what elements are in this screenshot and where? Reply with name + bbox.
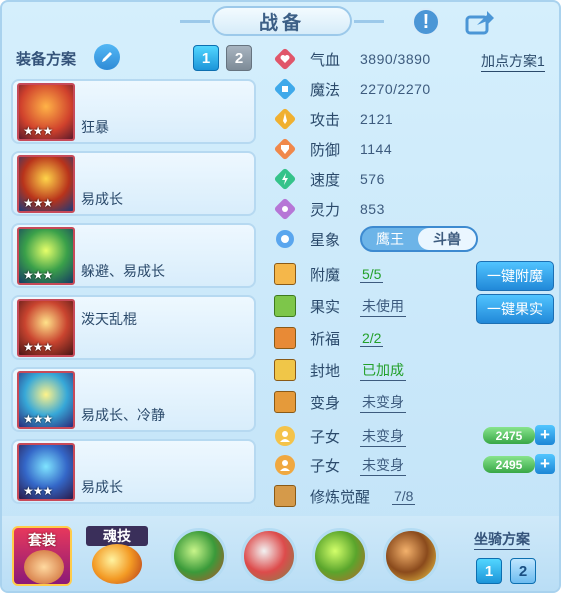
extra-cultivation: 修炼觉醒 7/8 [274, 483, 416, 509]
equipment-trait: 易成长 [81, 479, 123, 495]
points-plan-button[interactable]: 加点方案1 [481, 51, 545, 72]
equipment-thumbnail: ★★★ [17, 227, 75, 285]
set-label: 套装 [28, 532, 56, 548]
spirit-icon [274, 198, 296, 220]
stat-mp: 魔法 2270/2270 [274, 76, 431, 102]
stat-spirit: 灵力 853 [274, 196, 385, 222]
equipment-trait: 易成长 [81, 191, 123, 207]
equipment-plan-label: 装备方案 [16, 51, 77, 68]
star-image-toggle[interactable]: 鹰王 斗兽 [360, 226, 478, 252]
extra-fruit: 果实 未使用 [274, 293, 406, 319]
child-1-plus-button[interactable]: + [535, 425, 555, 445]
shield-icon [274, 138, 296, 160]
set-hand-icon [24, 550, 64, 584]
enchant-icon [274, 263, 296, 285]
soul-skill-label: 魂技 [86, 526, 148, 546]
speed-icon [274, 168, 296, 190]
transform-icon [274, 391, 296, 413]
equipment-thumbnail: ★★★ [17, 371, 75, 429]
extra-enchant: 附魔 5/5 [274, 261, 384, 287]
equipment-trait: 躲避、易成长 [81, 263, 165, 279]
fruit-icon [274, 295, 296, 317]
star-image-option-beast[interactable]: 斗兽 [418, 228, 476, 250]
stat-speed: 速度 576 [274, 166, 385, 192]
one-click-enchant-button[interactable]: 一键附魔 [476, 261, 554, 291]
skill-slot-2-icon[interactable] [241, 528, 297, 584]
battle-prep-window: 战备 ! 装备方案 1 2 ★★★ 狂暴 ★★★ 易成长 ★★★ 躲避、易成长 … [0, 0, 561, 593]
fire-swirl-icon [92, 544, 142, 584]
info-icon[interactable]: ! [408, 6, 444, 38]
skill-slot-4-icon[interactable] [383, 528, 439, 584]
extra-blessing: 祈福 2/2 [274, 325, 384, 351]
equipment-card[interactable]: ★★★ 狂暴 [11, 79, 256, 144]
stat-attack: 攻击 2121 [274, 106, 393, 132]
stat-hp: 气血 3890/3890 [274, 46, 431, 72]
soul-skill-button[interactable]: 魂技 [86, 526, 148, 586]
child-icon [275, 455, 295, 475]
equipment-thumbnail: ★★★ [17, 299, 75, 357]
equipment-tab-1[interactable]: 1 [193, 45, 219, 71]
extra-fief: 封地 已加成 [274, 357, 406, 383]
mount-plan-label: 坐骑方案 [474, 529, 530, 550]
mount-tab-1[interactable]: 1 [476, 558, 502, 584]
equipment-card[interactable]: ★★★ 易成长 [11, 439, 256, 504]
equipment-tab-2[interactable]: 2 [226, 45, 252, 71]
blessing-icon [274, 327, 296, 349]
equipment-thumbnail: ★★★ [17, 155, 75, 213]
equipment-card[interactable]: ★★★ 躲避、易成长 [11, 223, 256, 288]
skill-slot-3-icon[interactable] [312, 528, 368, 584]
equipment-trait: 狂暴 [81, 119, 109, 135]
fief-icon [274, 359, 296, 381]
child-2-value-bar: 2495 [483, 456, 535, 473]
attack-icon [274, 108, 296, 130]
child-1-value-bar: 2475 [483, 427, 535, 444]
extra-transform: 变身 未变身 [274, 389, 406, 415]
equipment-thumbnail: ★★★ [17, 443, 75, 501]
window-title: 战备 [180, 6, 384, 36]
child-2-plus-button[interactable]: + [535, 454, 555, 474]
one-click-fruit-button[interactable]: 一键果实 [476, 294, 554, 324]
share-icon[interactable] [462, 6, 498, 38]
equipment-thumbnail: ★★★ [17, 83, 75, 141]
child-icon [275, 426, 295, 446]
mount-tab-2[interactable]: 2 [510, 558, 536, 584]
equipment-trait: 易成长、冷静 [81, 407, 165, 423]
equipment-card[interactable]: ★★★ 泼天乱棍 [11, 295, 256, 360]
set-bonus-button[interactable]: 套装 [12, 526, 72, 586]
star-image-icon [276, 230, 294, 248]
extra-child-1: 子女 未变身 [274, 423, 406, 449]
heart-icon [274, 48, 296, 70]
equipment-trait: 泼天乱棍 [81, 311, 137, 327]
cultivation-icon [274, 485, 296, 507]
star-image-row: 星象 [274, 226, 360, 252]
edit-pencil-icon[interactable] [94, 44, 120, 70]
skill-slot-1-icon[interactable] [171, 528, 227, 584]
mana-icon [274, 78, 296, 100]
extra-child-2: 子女 未变身 [274, 452, 406, 478]
equipment-card[interactable]: ★★★ 易成长 [11, 151, 256, 216]
star-image-option-eagle[interactable]: 鹰王 [362, 228, 418, 250]
equipment-card[interactable]: ★★★ 易成长、冷静 [11, 367, 256, 432]
stat-defense: 防御 1144 [274, 136, 392, 162]
